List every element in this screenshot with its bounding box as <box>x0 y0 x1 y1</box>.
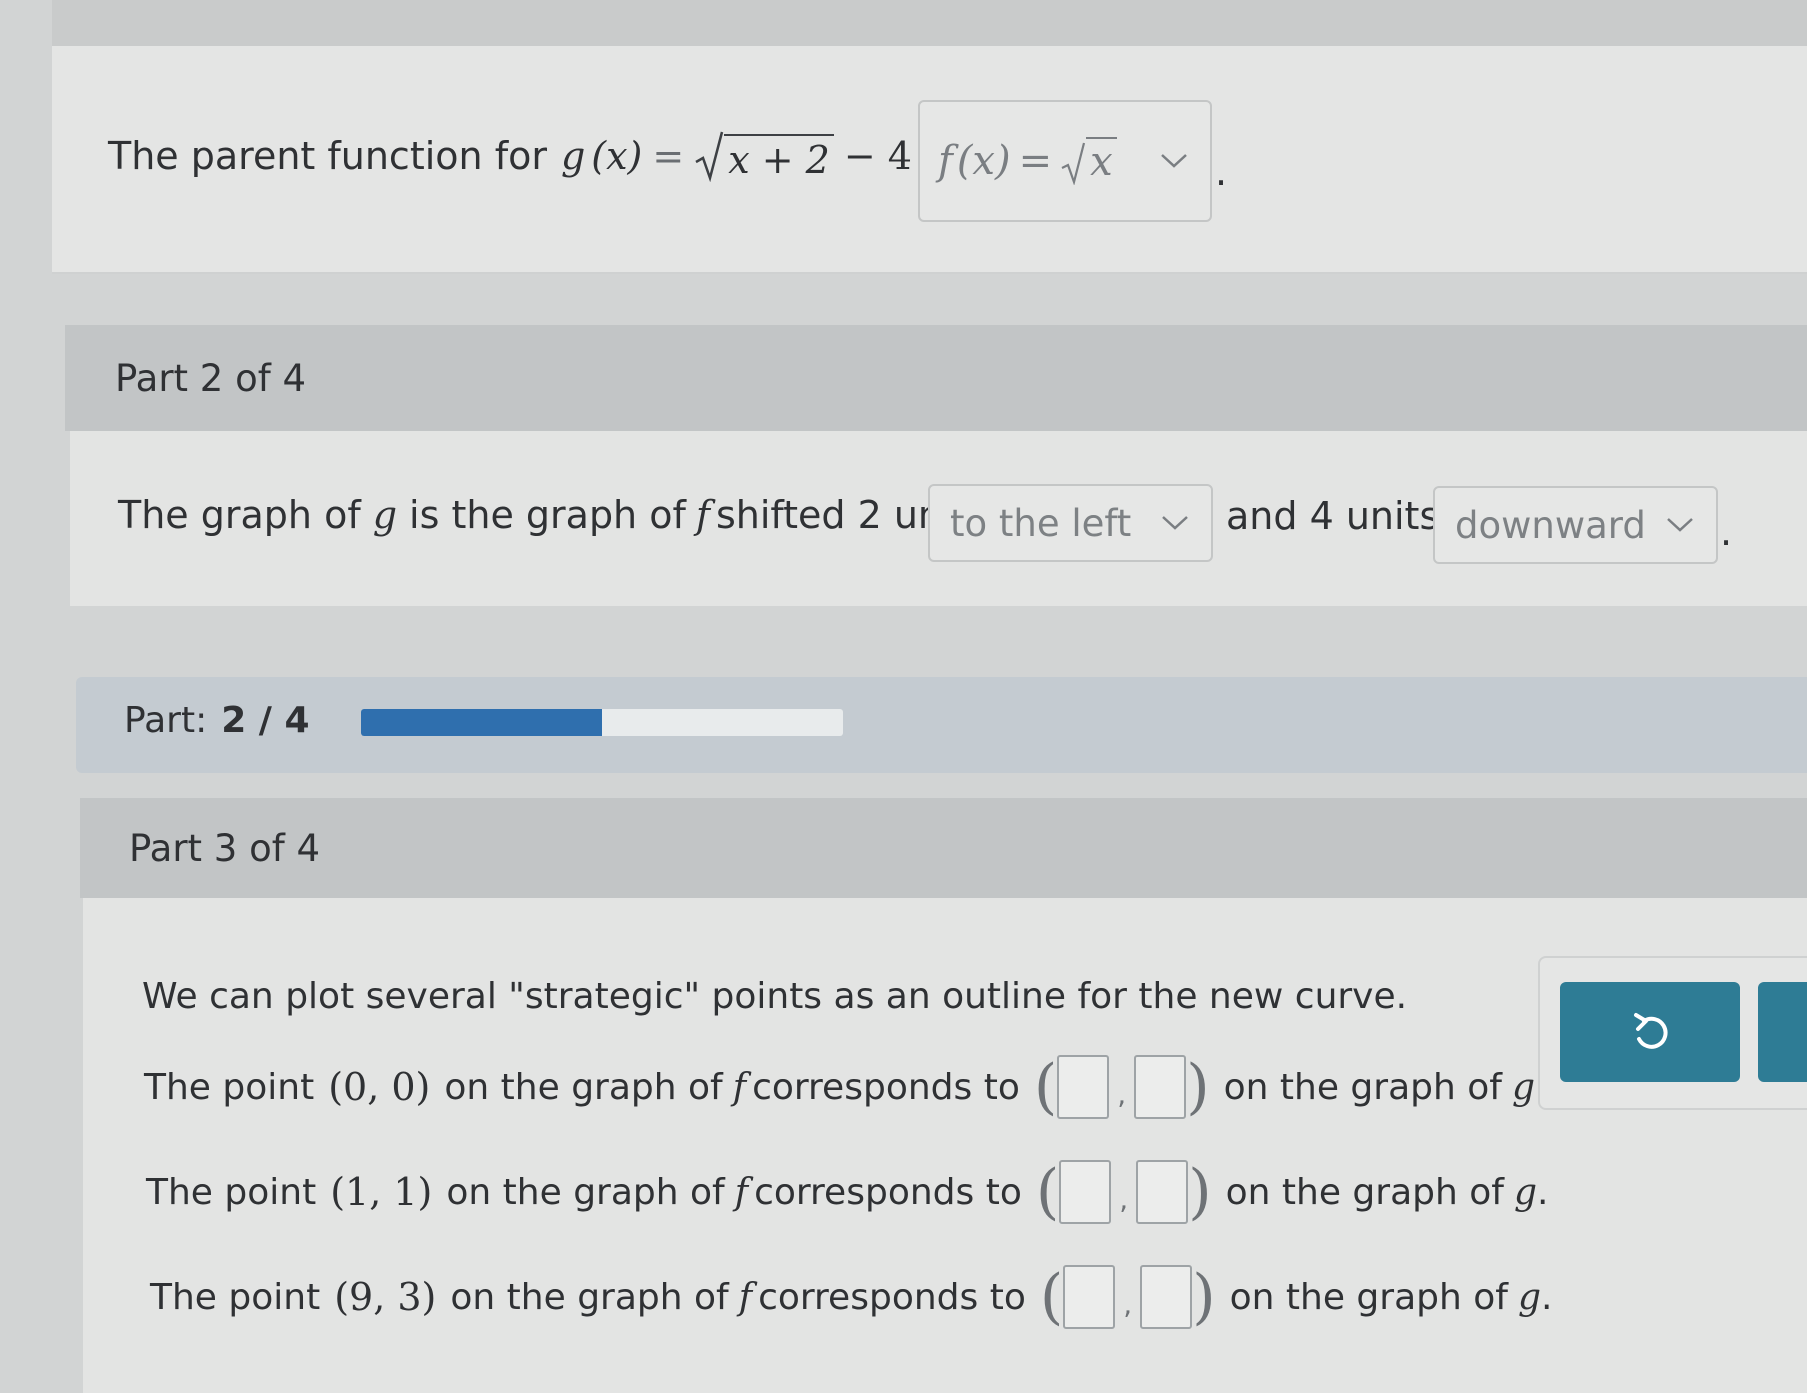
g-name: g <box>1511 1066 1535 1108</box>
vertical-direction-dropdown[interactable]: downward <box>1433 486 1718 564</box>
chevron-down-icon <box>1667 518 1693 532</box>
f-point: (9, 3) <box>334 1275 437 1319</box>
y-coordinate-input[interactable] <box>1136 1160 1189 1224</box>
equals-sign: = <box>652 134 685 178</box>
point-row-1: The point (0, 0) on the graph of f corre… <box>144 1055 1546 1119</box>
dropdown-sqrt: x <box>1060 137 1117 185</box>
part1-period: . <box>1215 150 1228 194</box>
part2-text4: and 4 units <box>1226 494 1440 538</box>
x-coordinate-input[interactable] <box>1057 1055 1110 1119</box>
row-prefix: The point <box>146 1171 317 1213</box>
chevron-down-icon <box>1162 516 1188 530</box>
g-arg: (x) <box>591 134 643 178</box>
row-prefix: The point <box>144 1066 315 1108</box>
right-paren: ) <box>1188 1157 1212 1227</box>
g-name: g <box>1517 1276 1541 1318</box>
f-name: f <box>732 1066 747 1108</box>
left-paren: ( <box>1033 1052 1058 1122</box>
row-suffix: on the graph of <box>1223 1066 1502 1108</box>
g-point-entry: ( , ) <box>1040 1265 1216 1329</box>
g-name: g <box>560 134 586 178</box>
f-point: (0, 0) <box>328 1065 431 1109</box>
undo-button[interactable] <box>1560 982 1740 1082</box>
part2-title: Part 2 of 4 <box>115 356 307 400</box>
row-corr: corresponds to <box>758 1276 1026 1318</box>
row-middle: on the graph of <box>446 1171 725 1213</box>
part2-header: Part 2 of 4 <box>65 325 1807 431</box>
sqrt-expression: x + 2 <box>694 130 834 182</box>
right-paren: ) <box>1186 1052 1210 1122</box>
progress-label: Part: 2 / 4 <box>124 700 310 741</box>
progress-bar <box>361 709 843 736</box>
y-coordinate-input[interactable] <box>1140 1265 1193 1329</box>
f-name: f <box>695 493 710 537</box>
vertical-direction-value: downward <box>1455 503 1646 547</box>
part2-text2: is the graph of <box>409 493 686 537</box>
horizontal-direction-dropdown[interactable]: to the left <box>928 484 1213 562</box>
left-paren: ( <box>1039 1262 1064 1332</box>
part1-prefix: The parent function for <box>108 134 547 178</box>
row-prefix: The point <box>150 1276 321 1318</box>
row-middle: on the graph of <box>450 1276 729 1318</box>
point-row-2: The point (1, 1) on the graph of f corre… <box>146 1160 1548 1224</box>
progress-value: 2 / 4 <box>221 700 310 741</box>
part3-intro: We can plot several "strategic" points a… <box>142 976 1408 1017</box>
horizontal-direction-value: to the left <box>950 501 1132 545</box>
row-corr: corresponds to <box>752 1066 1020 1108</box>
row-suffix: on the graph of <box>1229 1276 1508 1318</box>
radicand: x + 2 <box>724 134 834 182</box>
part3-header: Part 3 of 4 <box>80 798 1807 898</box>
row-period: . <box>1541 1276 1553 1318</box>
row-corr: corresponds to <box>754 1171 1022 1213</box>
part1-sentence: The parent function for g (x) = x + 2 − … <box>108 130 952 182</box>
left-paren: ( <box>1035 1157 1060 1227</box>
f-point: (1, 1) <box>330 1170 433 1214</box>
comma: , <box>1117 1077 1127 1111</box>
f-name: f <box>738 1276 753 1318</box>
row-middle: on the graph of <box>444 1066 723 1108</box>
row-suffix: on the graph of <box>1225 1171 1504 1213</box>
undo-icon <box>1634 1013 1668 1049</box>
radical-sign-icon <box>695 131 724 182</box>
part2-sentence: The graph of g is the graph of f shifted… <box>118 493 987 537</box>
chevron-down-icon <box>1161 154 1187 168</box>
progress-label-text: Part: <box>124 700 208 741</box>
comma: , <box>1119 1182 1129 1216</box>
minus-four: − 4 <box>843 134 912 178</box>
f-name: f <box>734 1171 749 1213</box>
dropdown-f-name: f <box>938 138 953 184</box>
radical-sign-icon <box>1061 142 1086 185</box>
y-coordinate-input[interactable] <box>1134 1055 1187 1119</box>
g-name: g <box>372 493 398 537</box>
secondary-tool-button[interactable] <box>1758 982 1807 1082</box>
g-name: g <box>1513 1171 1537 1213</box>
g-point-entry: ( , ) <box>1034 1055 1210 1119</box>
top-bar <box>52 0 1807 46</box>
comma: , <box>1123 1287 1133 1321</box>
x-coordinate-input[interactable] <box>1063 1265 1116 1329</box>
dropdown-eq: = <box>1018 138 1053 184</box>
row-period: . <box>1537 1171 1549 1213</box>
right-paren: ) <box>1192 1262 1216 1332</box>
part3-title: Part 3 of 4 <box>129 826 321 870</box>
point-row-3: The point (9, 3) on the graph of f corre… <box>150 1265 1552 1329</box>
dropdown-f-arg: (x) <box>956 138 1011 184</box>
progress-bar-fill <box>361 709 602 736</box>
dropdown-radicand: x <box>1086 137 1117 185</box>
x-coordinate-input[interactable] <box>1059 1160 1112 1224</box>
parent-function-dropdown[interactable]: f (x) = x <box>918 100 1212 222</box>
part2-period: . <box>1720 510 1733 554</box>
g-point-entry: ( , ) <box>1036 1160 1212 1224</box>
part2-text1: The graph of <box>118 493 361 537</box>
progress-strip <box>76 677 1807 773</box>
